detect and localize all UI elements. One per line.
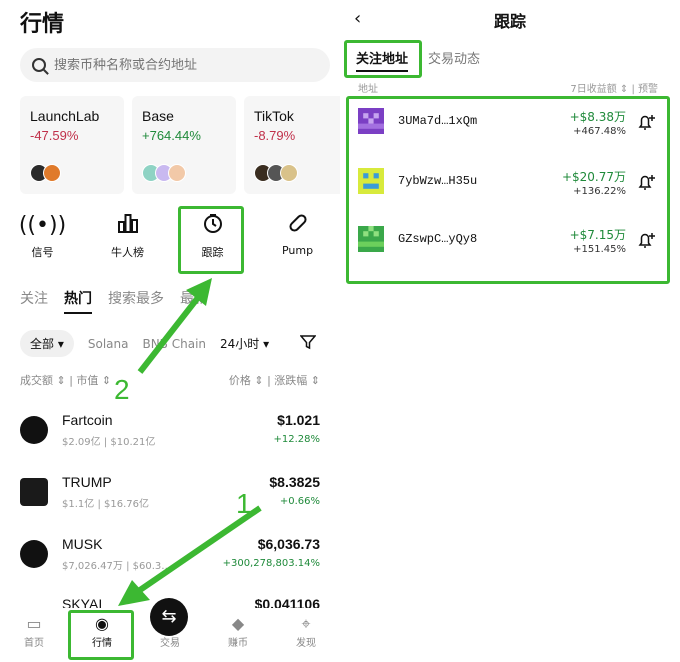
address-header: 地址 7日收益额 ⇕ | 预警: [358, 80, 658, 95]
back-icon[interactable]: ‹: [354, 8, 361, 29]
ranking-icon: [85, 212, 170, 240]
avatar: [280, 164, 298, 182]
nav-home[interactable]: ▭ 首页: [0, 608, 68, 662]
quick-label: 牛人榜: [111, 246, 144, 259]
token-sub: $2.09亿 | $10.21亿: [62, 437, 156, 448]
avatar: [168, 164, 186, 182]
avatar-group: [142, 164, 186, 182]
col-address: 地址: [358, 84, 378, 95]
token-name: Fartcoin: [62, 412, 113, 428]
token-logo: [20, 416, 48, 444]
highlight-box-addresses: [346, 96, 670, 284]
col-yield[interactable]: 7日收益额 ⇕ | 预警: [570, 80, 658, 95]
card-name: TikTok: [254, 108, 294, 124]
search-icon: [32, 58, 46, 72]
filter-period[interactable]: 24小时 ▾: [220, 335, 269, 352]
tab-trade-activity[interactable]: 交易动态: [428, 48, 480, 72]
filter-bnb[interactable]: BNB Chain: [142, 337, 206, 351]
highlight-box-tab: [344, 40, 422, 78]
step-2-label: 2: [114, 374, 130, 405]
quick-label: 信号: [31, 246, 54, 259]
quick-pump[interactable]: Pump: [255, 212, 340, 272]
token-logo: [20, 540, 48, 568]
tab-newest[interactable]: 最新: [180, 288, 208, 314]
trade-icon[interactable]: ⇆: [150, 598, 188, 636]
table-row[interactable]: MUSK $7,026.47万 | $60.3… $6,036.73 +300,…: [20, 536, 320, 586]
search-bar[interactable]: [20, 48, 330, 82]
nav-label: 赚币: [228, 638, 248, 649]
quick-signal[interactable]: ((•)) 信号: [0, 212, 85, 272]
card-launchlab[interactable]: LaunchLab -47.59%: [20, 96, 124, 194]
token-price: $8.3825: [269, 474, 320, 490]
filter-icon[interactable]: [300, 334, 316, 350]
col-mcap[interactable]: 市值: [76, 374, 98, 387]
token-change: +12.28%: [273, 434, 320, 445]
token-change: +300,278,803.14%: [222, 558, 320, 569]
avatar-group: [30, 164, 61, 182]
token-sub: $1.1亿 | $16.76亿: [62, 499, 149, 510]
table-row[interactable]: TRUMP $1.1亿 | $16.76亿 $8.3825 +0.66%: [20, 474, 320, 524]
nav-earn[interactable]: ◆ 赚币: [204, 608, 272, 662]
home-icon: ▭: [26, 614, 42, 633]
track-screen: 跟踪 ‹ 关注地址 交易动态 地址 7日收益额 ⇕ | 预警 3UMa7d…1x…: [340, 0, 680, 662]
col-price[interactable]: 价格: [229, 374, 251, 387]
filter-solana[interactable]: Solana: [88, 337, 129, 351]
market-screen: 行情 LaunchLab -47.59% Base +764.44% TikTo…: [0, 0, 340, 662]
card-change: -8.79%: [254, 128, 296, 143]
quick-actions: ((•)) 信号 牛人榜 跟踪 Pump: [0, 212, 340, 272]
discover-icon: ⌖: [301, 614, 311, 633]
token-logo: [20, 478, 48, 506]
page-title: 行情: [20, 12, 65, 37]
tab-most-searched[interactable]: 搜索最多: [108, 288, 164, 314]
nav-label: 首页: [24, 638, 44, 649]
quick-ranking[interactable]: 牛人榜: [85, 212, 170, 272]
filter-all[interactable]: 全部 ▾: [20, 330, 74, 357]
nav-discover[interactable]: ⌖ 发现: [272, 608, 340, 662]
filter-bar: 全部 ▾ Solana BNB Chain 24小时 ▾: [20, 330, 269, 357]
card-base[interactable]: Base +764.44%: [132, 96, 236, 194]
quick-label: Pump: [281, 244, 314, 257]
nav-label: 交易: [160, 638, 180, 649]
tab-hot[interactable]: 热门: [64, 288, 92, 314]
column-header: 成交额 ⇕ | 市值 ⇕ 价格 ⇕ | 涨跌幅 ⇕: [20, 374, 320, 387]
page-title: 跟踪: [493, 12, 526, 31]
card-name: Base: [142, 108, 174, 124]
token-price: $6,036.73: [257, 536, 320, 552]
earn-icon: ◆: [231, 614, 245, 633]
nav-label: 发现: [296, 638, 316, 649]
tab-follow[interactable]: 关注: [20, 288, 48, 314]
card-change: +764.44%: [142, 128, 201, 143]
token-name: TRUMP: [62, 474, 112, 490]
category-cards: LaunchLab -47.59% Base +764.44% TikTok -…: [20, 96, 340, 196]
pill-icon: [255, 212, 340, 240]
signal-icon: ((•)): [18, 213, 67, 238]
step-1-label: 1: [236, 488, 252, 519]
token-name: MUSK: [62, 536, 103, 552]
avatar: [43, 164, 61, 182]
token-change: +0.66%: [279, 496, 320, 507]
highlight-box-market: [68, 610, 134, 660]
card-tiktok[interactable]: TikTok -8.79%: [244, 96, 340, 194]
col-volume[interactable]: 成交额: [20, 374, 53, 387]
filter-all-label: 全部: [30, 337, 55, 351]
card-name: LaunchLab: [30, 108, 100, 124]
avatar-group: [254, 164, 298, 182]
market-tabs: 关注 热门 搜索最多 最新: [20, 288, 208, 314]
col-change[interactable]: 涨跌幅: [274, 374, 307, 387]
token-price: $1.021: [277, 412, 320, 428]
highlight-box-track: [178, 206, 244, 274]
card-change: -47.59%: [30, 128, 79, 143]
token-sub: $7,026.47万 | $60.3…: [62, 561, 172, 572]
search-input[interactable]: [54, 57, 304, 73]
filter-period-label: 24小时: [220, 337, 260, 351]
table-row[interactable]: Fartcoin $2.09亿 | $10.21亿 $1.021 +12.28%: [20, 412, 320, 462]
